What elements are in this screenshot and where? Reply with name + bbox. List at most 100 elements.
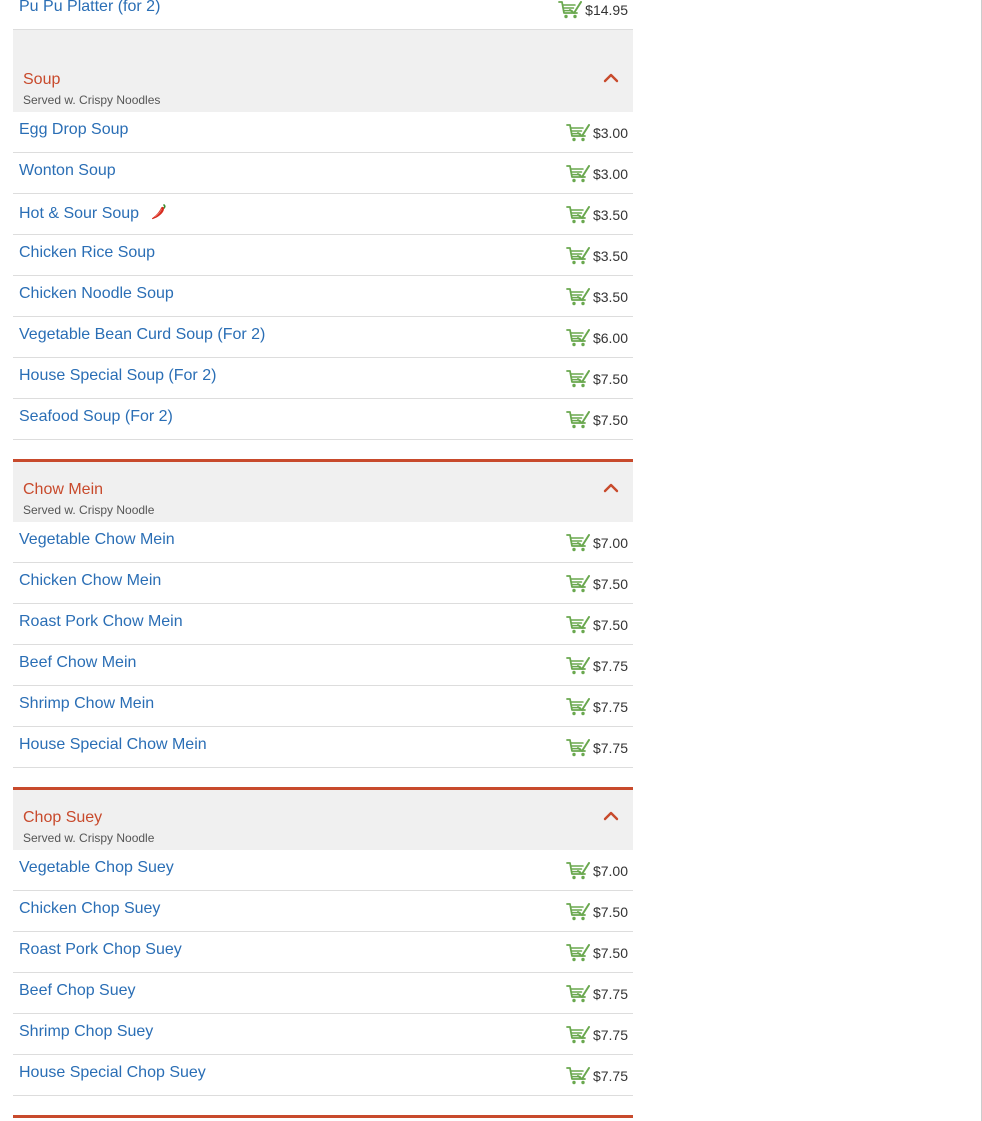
menu-item-name-text: Vegetable Chop Suey [19,859,174,876]
menu-item-name-text: House Special Chow Mein [19,736,207,753]
menu-item-name-text: House Special Soup (For 2) [19,367,217,384]
menu-item-name-text: House Special Chop Suey [19,1064,206,1081]
menu-item-name[interactable]: Roast Pork Chow Mein [19,613,183,631]
menu-item-price: $3.50 [592,248,628,264]
menu-item-name[interactable]: Beef Chow Mein [19,654,136,672]
add-to-cart-button[interactable]: $7.50 [566,410,628,430]
menu-item-name[interactable]: Vegetable Chop Suey [19,859,174,877]
add-to-cart-button[interactable]: $6.00 [566,328,628,348]
menu-item-price: $3.50 [592,289,628,305]
menu-page: Pu Pu Platter (for 2) $14.95 Soup Served w… [0,0,982,1121]
menu-item-name-text: Vegetable Chow Mein [19,531,175,548]
add-to-cart-button[interactable]: $7.50 [566,574,628,594]
menu-item-row: Beef Chow Mein $7.75 [13,645,633,686]
add-to-cart-button[interactable]: $7.75 [566,984,628,1004]
menu-item-name[interactable]: Wonton Soup [19,162,116,180]
shopping-cart-icon [566,615,593,635]
menu-item-name-text: Chicken Chow Mein [19,572,162,589]
menu-item-row: Pu Pu Platter (for 2) $14.95 [13,0,633,30]
category-spacer [13,768,633,787]
add-to-cart-button[interactable]: $3.00 [566,123,628,143]
menu-item-name-text: Wonton Soup [19,162,116,179]
menu-item-name-text: Chicken Noodle Soup [19,285,174,302]
add-to-cart-button[interactable]: $7.75 [566,697,628,717]
category-spacer [13,440,633,459]
shopping-cart-icon [566,902,593,922]
category-header[interactable]: Chow Mein Served w. Crispy Noodle [13,459,633,522]
menu-item-price: $7.50 [592,904,628,920]
add-to-cart-button[interactable]: $7.50 [566,369,628,389]
shopping-cart-icon [558,0,585,20]
category-header[interactable]: Chop Suey Served w. Crispy Noodle [13,787,633,850]
category-subtitle: Served w. Crispy Noodles [23,93,161,107]
menu-item-price: $6.00 [592,330,628,346]
add-to-cart-button[interactable]: $7.00 [566,861,628,881]
category-title: Soup [23,71,61,88]
menu-item-name[interactable]: Vegetable Bean Curd Soup (For 2) [19,326,265,344]
menu-item-row: Egg Drop Soup $3.00 [13,112,633,153]
add-to-cart-button[interactable]: $3.50 [566,246,628,266]
menu-item-name[interactable]: Pu Pu Platter (for 2) [19,0,160,16]
menu-item-row: House Special Chow Mein $7.75 [13,727,633,768]
shopping-cart-icon [566,123,593,143]
add-to-cart-button[interactable]: $7.75 [566,738,628,758]
menu-item-price: $3.50 [592,207,628,223]
shopping-cart-icon [566,164,593,184]
menu-item-price: $7.00 [592,535,628,551]
shopping-cart-icon [566,861,593,881]
add-to-cart-button[interactable]: $3.50 [566,205,628,225]
menu-item-name[interactable]: Hot & Sour Soup [19,203,168,223]
menu-item-row: Chicken Rice Soup $3.50 [13,235,633,276]
shopping-cart-icon [566,369,593,389]
add-to-cart-button[interactable]: $7.50 [566,902,628,922]
menu-item-name[interactable]: Egg Drop Soup [19,121,128,139]
menu-item-name[interactable]: Chicken Chow Mein [19,572,161,590]
menu-item-name[interactable]: Beef Chop Suey [19,982,136,1000]
add-to-cart-button[interactable]: $7.75 [566,1025,628,1045]
menu-item-name[interactable]: Roast Pork Chop Suey [19,941,182,959]
category-title: Chow Mein [23,481,104,498]
menu-item-name-text: Beef Chop Suey [19,982,136,999]
add-to-cart-button[interactable]: $3.00 [566,164,628,184]
next-category-header [13,1115,633,1118]
shopping-cart-icon [566,697,593,717]
add-to-cart-button[interactable]: $14.95 [558,0,628,20]
menu-item-name[interactable]: Shrimp Chop Suey [19,1023,153,1041]
add-to-cart-button[interactable]: $3.50 [566,287,628,307]
category-header[interactable]: Soup Served w. Crispy Noodles [13,30,633,112]
menu-item-name[interactable]: House Special Chop Suey [19,1064,206,1082]
add-to-cart-button[interactable]: $7.50 [566,943,628,963]
menu-item-price: $14.95 [585,2,628,18]
add-to-cart-button[interactable]: $7.75 [566,1066,628,1086]
menu-item-row: Beef Chop Suey $7.75 [13,973,633,1014]
menu-item-price: $3.00 [592,166,628,182]
menu-item-name[interactable]: Chicken Rice Soup [19,244,155,262]
menu-item-name[interactable]: Seafood Soup (For 2) [19,408,173,426]
shopping-cart-icon [566,1025,593,1045]
menu-item-price: $7.00 [592,863,628,879]
menu-item-name-text: Chicken Chop Suey [19,900,161,917]
menu-item-name[interactable]: Chicken Chop Suey [19,900,160,918]
menu-item-name[interactable]: Vegetable Chow Mein [19,531,175,549]
menu-item-name-text: Seafood Soup (For 2) [19,408,173,425]
menu-item-row: Roast Pork Chow Mein $7.50 [13,604,633,645]
menu-item-row: Roast Pork Chop Suey $7.50 [13,932,633,973]
menu-item-name[interactable]: Chicken Noodle Soup [19,285,174,303]
add-to-cart-button[interactable]: $7.00 [566,533,628,553]
menu-item-name-text: Egg Drop Soup [19,121,129,138]
add-to-cart-button[interactable]: $7.75 [566,656,628,676]
menu-item-name-text: Roast Pork Chow Mein [19,613,183,630]
menu-item-name[interactable]: Shrimp Chow Mein [19,695,154,713]
menu-item-price: $7.75 [592,699,628,715]
menu-item-row: Shrimp Chow Mein $7.75 [13,686,633,727]
menu-item-name-text: Vegetable Bean Curd Soup (For 2) [19,326,266,343]
category-spacer [13,1096,633,1115]
menu-list: Pu Pu Platter (for 2) $14.95 Soup Served w… [13,0,633,1118]
menu-item-name[interactable]: House Special Chow Mein [19,736,207,754]
menu-item-row: Vegetable Chow Mein $7.00 [13,522,633,563]
shopping-cart-icon [566,984,593,1004]
shopping-cart-icon [566,287,593,307]
menu-item-price: $7.75 [592,1027,628,1043]
add-to-cart-button[interactable]: $7.50 [566,615,628,635]
menu-item-name[interactable]: House Special Soup (For 2) [19,367,216,385]
